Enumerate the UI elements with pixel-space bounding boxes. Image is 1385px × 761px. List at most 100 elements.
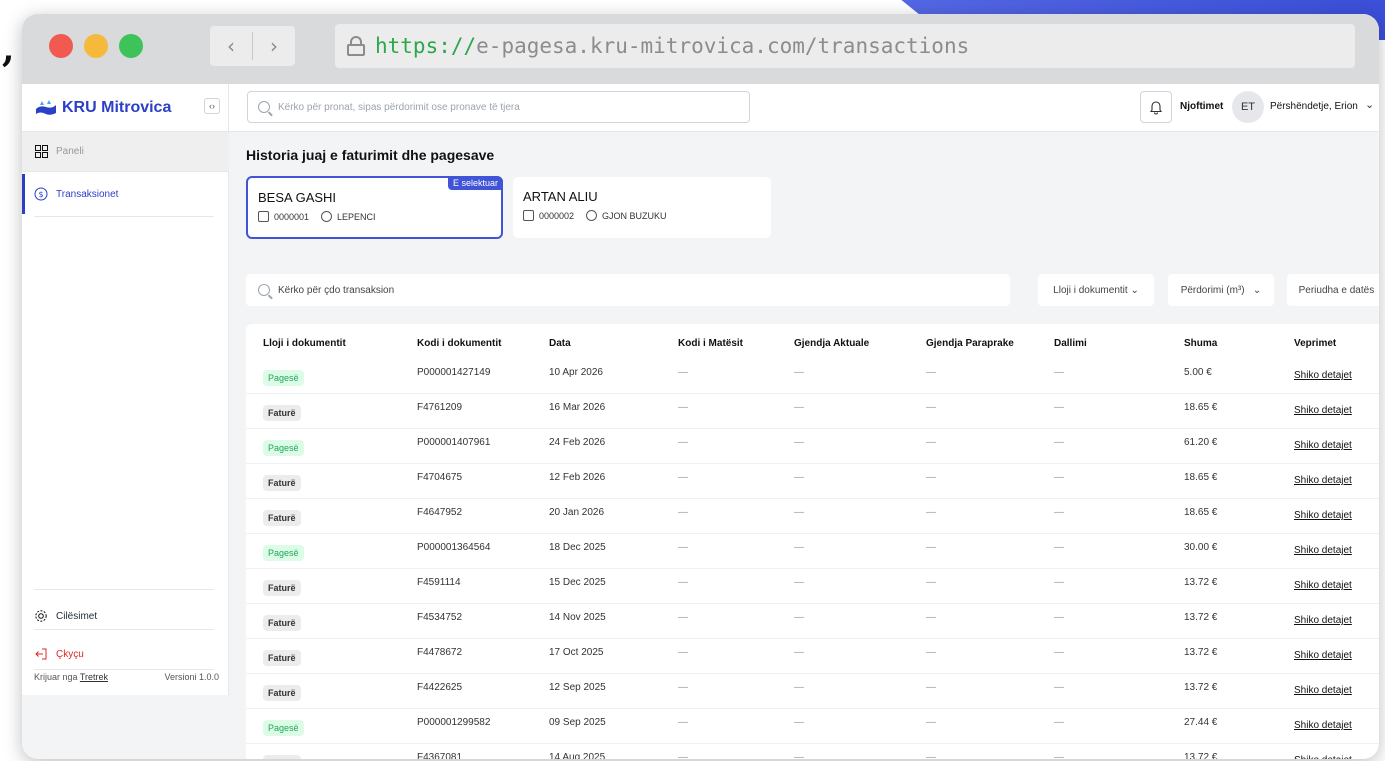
view-details-link[interactable]: Shiko detajet (1294, 545, 1352, 556)
empty-cell: — (1054, 542, 1064, 553)
cell-date: 20 Jan 2026 (549, 507, 605, 518)
cell-code: F4591114 (417, 577, 461, 588)
date-range-filter[interactable]: Periudha e datës ⌄ (1287, 274, 1379, 306)
table-row: Faturë F4761209 16 Mar 2026 — — — — 18.65 € Shik… (246, 394, 1379, 429)
footer-link[interactable]: Tretrek (80, 672, 108, 682)
column-header: Veprimet (1294, 338, 1337, 349)
water-logo-icon (36, 99, 56, 115)
empty-cell: — (794, 577, 804, 588)
avatar[interactable]: ET (1232, 91, 1264, 123)
view-details-link[interactable]: Shiko detajet (1294, 685, 1352, 696)
empty-cell: — (1054, 577, 1064, 588)
cell-code: F4704675 (417, 472, 463, 483)
cell-amount: 13.72 € (1184, 752, 1218, 759)
dashboard-grid-icon (34, 145, 48, 159)
chevron-down-icon[interactable]: ⌄ (1365, 98, 1374, 111)
table-row: Faturë F4704675 12 Feb 2026 — — — — 18.65 € Shik… (246, 464, 1379, 499)
sidebar-item-transactions[interactable]: $ Transaksionet (22, 174, 229, 214)
view-details-link[interactable]: Shiko detajet (1294, 720, 1352, 731)
column-header: Kodi i Matësit (678, 338, 744, 349)
view-details-link[interactable]: Shiko detajet (1294, 580, 1352, 591)
column-header: Data (549, 338, 571, 349)
view-details-link[interactable]: Shiko detajet (1294, 440, 1352, 451)
logout-button[interactable]: Çkyçu (22, 634, 229, 674)
view-details-link[interactable]: Shiko detajet (1294, 370, 1352, 381)
cell-amount: 5.00 € (1184, 367, 1212, 378)
empty-cell: — (794, 752, 804, 759)
empty-cell: — (678, 507, 688, 518)
sidebar-item-settings[interactable]: Cilësimet (22, 596, 229, 636)
transaction-search-input[interactable]: Kërko për çdo transaksion (246, 274, 1010, 306)
browser-titlebar: ‹ › https:// e-pagesa.kru-mitrovica.com/… (22, 14, 1379, 84)
sidebar-divider (34, 589, 214, 590)
empty-cell: — (1054, 367, 1064, 378)
footer-prefix: Krijuar nga (34, 672, 78, 682)
view-details-link[interactable]: Shiko detajet (1294, 650, 1352, 661)
empty-cell: — (678, 542, 688, 553)
empty-cell: — (794, 437, 804, 448)
back-button[interactable]: ‹ (210, 26, 252, 66)
property-card[interactable]: ARTAN ALIU 0000002 GJON BUZUKU (512, 176, 772, 239)
user-greeting[interactable]: Përshëndetje, Erion (1270, 101, 1358, 112)
cell-amount: 27.44 € (1184, 717, 1218, 728)
document-icon (258, 211, 269, 222)
property-meta: 0000002 GJON BUZUKU (523, 210, 761, 221)
cell-code: F4367081 (417, 752, 463, 759)
usage-filter[interactable]: Përdorimi (m³) ⌄ (1168, 274, 1274, 306)
document-type-badge: Pagesë (263, 720, 304, 736)
empty-cell: — (794, 507, 804, 518)
empty-cell: — (678, 367, 688, 378)
bell-icon[interactable] (1140, 91, 1172, 123)
empty-cell: — (678, 612, 688, 623)
cell-code: P000001299582 (417, 717, 491, 728)
chevron-down-icon: ⌄ (1130, 284, 1139, 296)
url-scheme: https:// (375, 34, 477, 58)
column-header: Shuma (1184, 338, 1218, 349)
view-details-link[interactable]: Shiko detajet (1294, 510, 1352, 521)
empty-cell: — (794, 682, 804, 693)
empty-cell: — (926, 647, 936, 658)
sidebar-item-label: Paneli (56, 146, 84, 157)
global-search-input[interactable]: Kërko për pronat, sipas përdorimit ose p… (247, 91, 750, 123)
document-type-badge: Faturë (263, 755, 301, 759)
cell-date: 12 Feb 2026 (549, 472, 606, 483)
brand[interactable]: KRU Mitrovica ‹› (22, 84, 229, 131)
decorative-comma: , (2, 28, 15, 70)
window-maximize-button[interactable] (119, 34, 143, 58)
brand-name: KRU Mitrovica (62, 98, 172, 116)
document-type-badge: Pagesë (263, 440, 304, 456)
cell-amount: 13.72 € (1184, 577, 1218, 588)
document-type-filter[interactable]: Lloji i dokumentit ⌄ (1038, 274, 1154, 306)
view-details-link[interactable]: Shiko detajet (1294, 755, 1352, 759)
cell-amount: 13.72 € (1184, 612, 1218, 623)
empty-cell: — (926, 577, 936, 588)
document-type-badge: Faturë (263, 615, 301, 631)
property-card-selected[interactable]: E selektuar BESA GASHI 0000001 LEPENCI (246, 176, 503, 239)
view-details-link[interactable]: Shiko detajet (1294, 405, 1352, 416)
property-location: LEPENCI (337, 211, 376, 222)
cell-date: 24 Feb 2026 (549, 437, 606, 448)
sidebar-divider (34, 669, 214, 670)
document-type-badge: Faturë (263, 405, 301, 421)
property-meta: 0000001 LEPENCI (258, 211, 491, 222)
window-close-button[interactable] (49, 34, 73, 58)
empty-cell: — (794, 367, 804, 378)
svg-text:$: $ (38, 190, 43, 199)
cell-code: P000001407961 (417, 437, 491, 448)
coin-icon: $ (34, 187, 48, 201)
table-row: Faturë F4647952 20 Jan 2026 — — — — 18.65 € Shik… (246, 499, 1379, 534)
sidebar-collapse-icon[interactable]: ‹› (204, 98, 220, 114)
empty-cell: — (678, 402, 688, 413)
address-bar[interactable]: https:// e-pagesa.kru-mitrovica.com/tran… (335, 24, 1355, 68)
view-details-link[interactable]: Shiko detajet (1294, 615, 1352, 626)
cell-code: F4478672 (417, 647, 463, 658)
notifications-label[interactable]: Njoftimet (1180, 101, 1223, 112)
gear-icon (34, 609, 48, 623)
forward-button[interactable]: › (253, 26, 295, 66)
chevron-down-icon: ⌄ (1377, 285, 1379, 296)
location-pin-icon (586, 210, 598, 221)
sidebar-item-dashboard[interactable]: Paneli (22, 132, 229, 172)
view-details-link[interactable]: Shiko detajet (1294, 475, 1352, 486)
window-minimize-button[interactable] (84, 34, 108, 58)
logout-icon (34, 647, 48, 661)
